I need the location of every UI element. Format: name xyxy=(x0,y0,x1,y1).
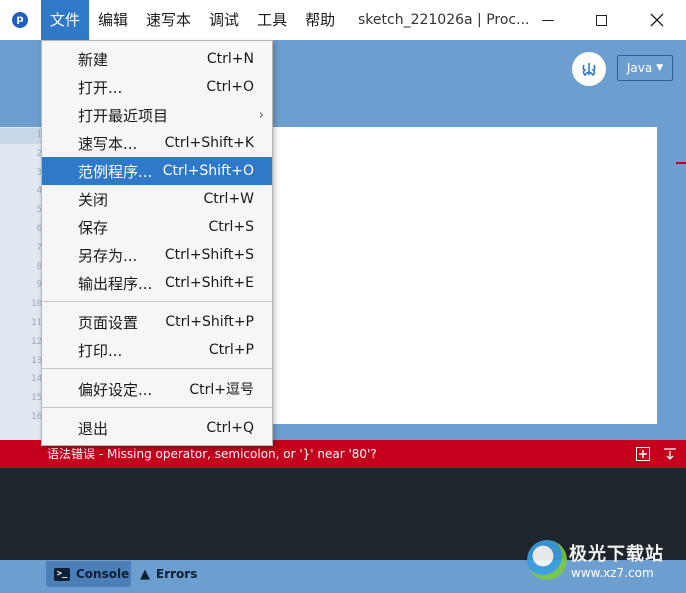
close-icon xyxy=(650,13,664,27)
menu-item-preferences[interactable]: 偏好设定... Ctrl+逗号 xyxy=(42,375,272,403)
menu-item-export[interactable]: 输出程序... Ctrl+Shift+E xyxy=(42,269,272,297)
menu-item-open[interactable]: 打开... Ctrl+O xyxy=(42,73,272,101)
line-number: 4 xyxy=(36,186,42,197)
collapse-button[interactable] xyxy=(662,446,678,462)
title-bar: p 文件 编辑 速写本 调试 工具 帮助 sketch_221026a | Pr… xyxy=(0,0,686,40)
tab-errors-label: Errors xyxy=(156,567,198,581)
minimize-button[interactable] xyxy=(525,0,571,40)
watermark-title: 极光下载站 xyxy=(569,544,664,565)
line-number: 16 xyxy=(31,412,42,422)
menu-help[interactable]: 帮助 xyxy=(296,0,344,40)
warning-icon: ▲ xyxy=(140,566,150,582)
menu-divider xyxy=(42,301,272,302)
collapse-icon xyxy=(664,448,676,460)
add-tab-button[interactable] xyxy=(635,446,651,462)
line-number: 11 xyxy=(31,318,42,328)
line-number: 15 xyxy=(31,393,42,404)
line-number: 5 xyxy=(36,205,42,216)
menu-item-new[interactable]: 新建 Ctrl+N xyxy=(42,45,272,73)
menu-file[interactable]: 文件 xyxy=(41,0,90,40)
error-marker[interactable] xyxy=(676,162,686,164)
butterfly-icon xyxy=(582,63,596,77)
line-number: 10 xyxy=(31,299,42,310)
menu-divider xyxy=(42,368,272,369)
menu-item-examples[interactable]: 范例程序... Ctrl+Shift+O xyxy=(42,157,272,185)
mode-selector[interactable]: Java ▼ xyxy=(617,55,673,81)
line-number: 3 xyxy=(36,167,42,178)
file-menu-dropdown: 新建 Ctrl+N 打开... Ctrl+O 打开最近项目 › 速写本... C… xyxy=(41,40,273,446)
line-number: 12 xyxy=(31,336,42,347)
mode-label: Java xyxy=(626,61,653,75)
line-number: 8 xyxy=(36,261,42,272)
tab-console[interactable]: >_ Console xyxy=(46,561,131,587)
line-number: 2 xyxy=(36,148,42,159)
line-number: 14 xyxy=(31,374,42,385)
menu-tools[interactable]: 工具 xyxy=(248,0,296,40)
debugger-button[interactable] xyxy=(572,52,606,86)
menu-divider xyxy=(42,407,272,408)
processing-logo-icon: p xyxy=(8,8,32,32)
menu-item-close[interactable]: 关闭 Ctrl+W xyxy=(42,185,272,213)
line-number: 13 xyxy=(31,355,42,366)
line-number: 9 xyxy=(36,280,42,291)
editor-scrollbar[interactable] xyxy=(657,127,673,440)
menu-sketch[interactable]: 速写本 xyxy=(137,0,200,40)
line-number: 1 xyxy=(36,130,42,140)
window-title: sketch_221026a | Proc... xyxy=(358,12,530,28)
close-button[interactable] xyxy=(634,0,680,40)
line-number: 7 xyxy=(36,242,42,253)
chevron-down-icon: ▼ xyxy=(656,63,664,73)
watermark: 极光下载站 www.xz7.com xyxy=(525,538,683,588)
menu-item-save-as[interactable]: 另存为... Ctrl+Shift+S xyxy=(42,241,272,269)
watermark-logo-icon xyxy=(527,540,567,580)
menu-item-sketchbook[interactable]: 速写本... Ctrl+Shift+K xyxy=(42,129,272,157)
console-icon: >_ xyxy=(54,567,70,581)
menu-item-print[interactable]: 打印... Ctrl+P xyxy=(42,336,272,364)
add-icon xyxy=(636,447,650,461)
line-number: 6 xyxy=(36,224,42,234)
menu-item-quit[interactable]: 退出 Ctrl+Q xyxy=(42,414,272,442)
tab-console-label: Console xyxy=(76,567,130,581)
maximize-button[interactable] xyxy=(578,0,624,40)
watermark-url: www.xz7.com xyxy=(571,566,654,580)
menu-item-page-setup[interactable]: 页面设置 Ctrl+Shift+P xyxy=(42,308,272,336)
menu-debug[interactable]: 调试 xyxy=(200,0,248,40)
menu-item-save[interactable]: 保存 Ctrl+S xyxy=(42,213,272,241)
chevron-right-icon: › xyxy=(258,107,264,123)
menu-bar: 文件 编辑 速写本 调试 工具 帮助 xyxy=(41,0,344,40)
menu-item-open-recent[interactable]: 打开最近项目 › xyxy=(42,101,272,129)
maximize-icon xyxy=(595,14,607,26)
tab-errors[interactable]: ▲ Errors xyxy=(140,561,197,587)
minimize-icon xyxy=(542,19,554,21)
menu-edit[interactable]: 编辑 xyxy=(89,0,137,40)
